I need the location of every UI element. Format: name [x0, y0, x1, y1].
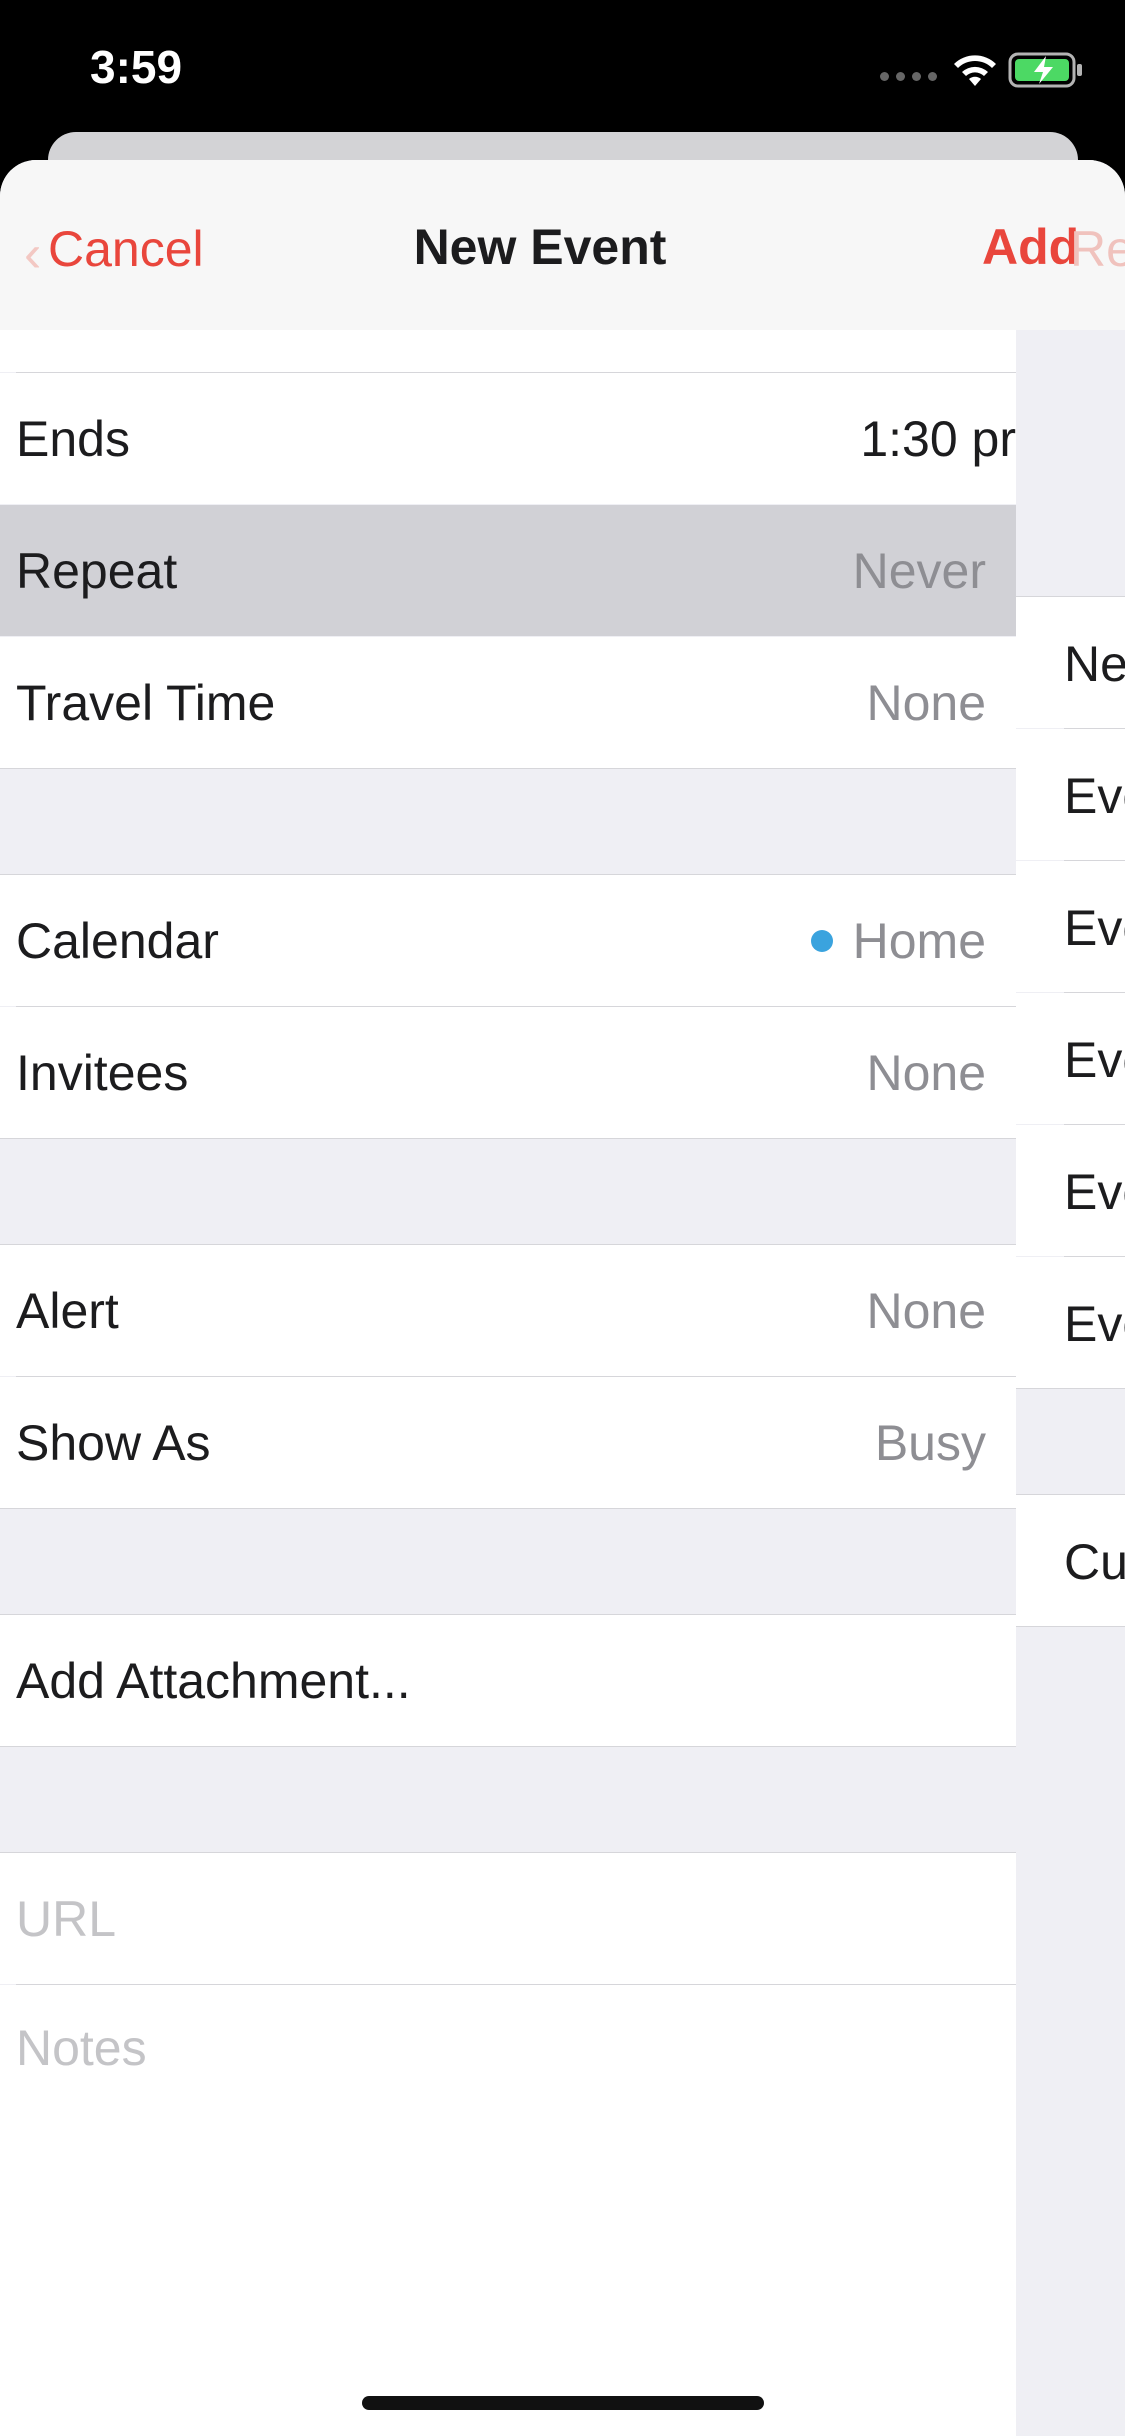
add-attachment-label: Add Attachment...	[16, 1652, 411, 1709]
status-time: 3:59	[90, 41, 183, 93]
repeat-option-every-year[interactable]: Eve	[1016, 1257, 1125, 1388]
repeat-options-pane: Ne Eve Eve Eve Eve Eve Cu	[1016, 330, 1125, 2436]
new-event-sheet: ‹ Cancel New Event Add Re Ends 1:30 pr R…	[0, 160, 1125, 2436]
nav-bar: ‹ Cancel New Event Add Re	[0, 160, 1125, 331]
show-as-label: Show As	[16, 1414, 211, 1471]
ends-value: 1:30 pr	[860, 410, 1016, 467]
repeat-option-label: Eve	[1064, 1164, 1125, 1220]
home-indicator[interactable]	[362, 2396, 764, 2410]
calendar-name: Home	[852, 912, 986, 969]
cellular-signal-icon	[880, 72, 937, 81]
repeat-option-label: Eve	[1064, 1032, 1125, 1088]
url-field[interactable]: URL	[0, 1853, 1016, 1984]
repeat-title-ghost: Re	[1070, 221, 1125, 277]
repeat-option-label: Cu	[1064, 1534, 1125, 1590]
travel-time-row[interactable]: Travel Time None	[0, 637, 1016, 768]
calendar-label: Calendar	[16, 912, 219, 969]
repeat-option-label: Ne	[1064, 636, 1125, 692]
status-bar: 3:59	[0, 0, 1125, 135]
repeat-option-every-day[interactable]: Eve	[1016, 729, 1125, 860]
event-form: Ends 1:30 pr Repeat Never Travel Time No…	[0, 330, 1016, 2436]
repeat-option-custom[interactable]: Cu	[1016, 1495, 1125, 1626]
repeat-option-never[interactable]: Ne	[1016, 597, 1125, 728]
invitees-row[interactable]: Invitees None	[0, 1007, 1016, 1138]
ends-label: Ends	[16, 410, 130, 467]
battery-charging-icon	[1008, 52, 1082, 88]
invitees-value: None	[866, 1044, 986, 1101]
alert-row[interactable]: Alert None	[0, 1245, 1016, 1376]
repeat-row[interactable]: Repeat Never	[0, 505, 1016, 636]
add-button[interactable]: Add	[982, 218, 1079, 276]
notes-field[interactable]: Notes	[0, 1985, 1016, 2436]
show-as-row[interactable]: Show As Busy	[0, 1377, 1016, 1508]
alert-value: None	[866, 1282, 986, 1339]
add-attachment-row[interactable]: Add Attachment...	[0, 1615, 1016, 1746]
calendar-value: Home	[810, 912, 986, 970]
travel-time-value: None	[866, 674, 986, 731]
alert-label: Alert	[16, 1282, 119, 1339]
calendar-row[interactable]: Calendar Home	[0, 875, 1016, 1006]
ends-row[interactable]: Ends 1:30 pr	[0, 373, 1016, 504]
repeat-option-every-week[interactable]: Eve	[1016, 861, 1125, 992]
repeat-label: Repeat	[16, 542, 178, 599]
repeat-option-label: Eve	[1064, 1296, 1125, 1352]
calendar-color-dot	[810, 929, 833, 952]
show-as-value: Busy	[874, 1414, 986, 1471]
page-title: New Event	[413, 219, 667, 275]
notes-placeholder: Notes	[16, 2020, 147, 2076]
url-placeholder: URL	[16, 1890, 117, 1947]
starts-row-partial[interactable]	[0, 330, 1016, 372]
repeat-option-label: Eve	[1064, 900, 1125, 956]
wifi-icon	[954, 55, 996, 86]
repeat-option-every-month[interactable]: Eve	[1016, 1125, 1125, 1256]
repeat-option-every-2-weeks[interactable]: Eve	[1016, 993, 1125, 1124]
travel-time-label: Travel Time	[16, 674, 276, 731]
repeat-option-label: Eve	[1064, 768, 1125, 824]
invitees-label: Invitees	[16, 1044, 189, 1101]
repeat-value: Never	[852, 542, 986, 599]
